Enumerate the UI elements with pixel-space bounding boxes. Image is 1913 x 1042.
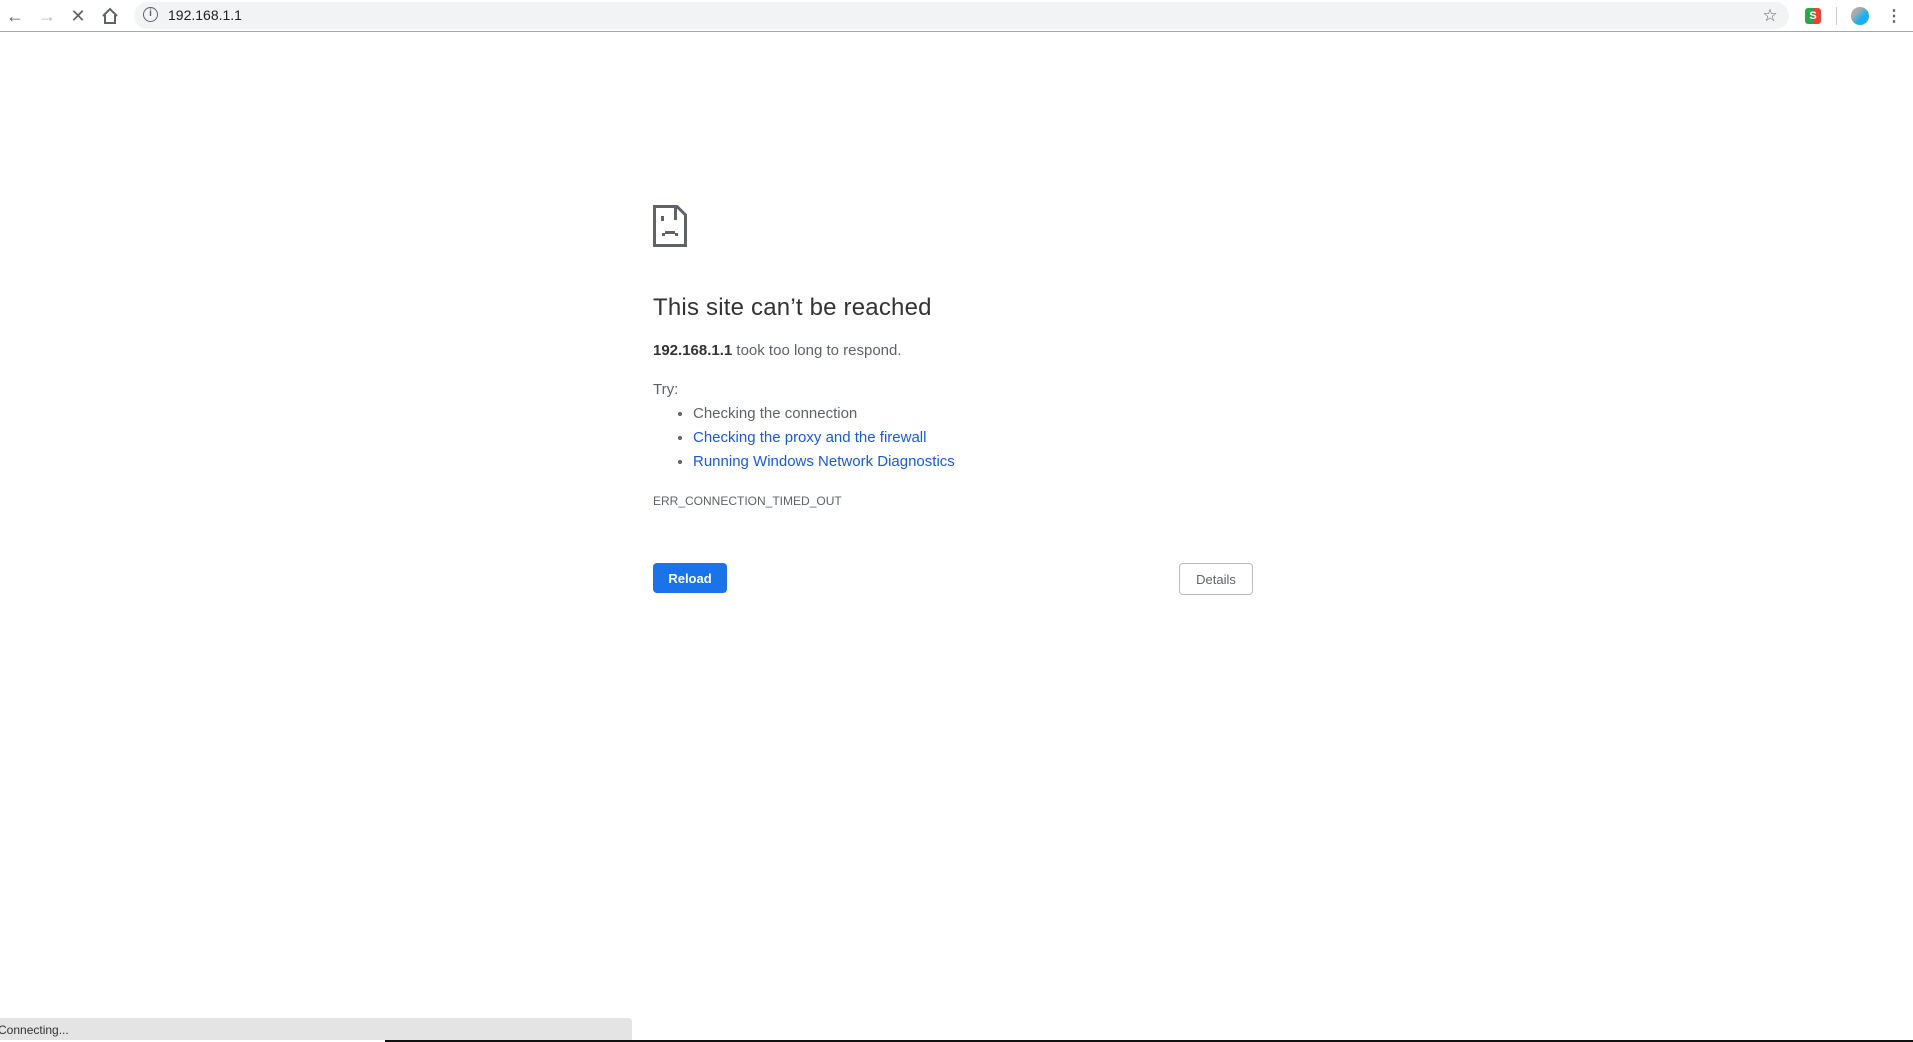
url-text[interactable]: 192.168.1.1: [168, 7, 242, 23]
browser-toolbar: ← → ✕ i 192.168.1.1 ☆ S ⋮: [0, 0, 1913, 32]
home-icon[interactable]: [98, 4, 122, 28]
forward-icon[interactable]: →: [35, 4, 59, 28]
suggestion-text: Checking the connection: [693, 405, 858, 422]
star-icon[interactable]: ☆: [1758, 4, 1782, 28]
network-diagnostics-link[interactable]: Running Windows Network Diagnostics: [693, 453, 955, 470]
stop-icon[interactable]: ✕: [66, 4, 90, 28]
suggestions-list: Checking the connection Checking the pro…: [693, 404, 955, 476]
suggestion-item: Running Windows Network Diagnostics: [693, 452, 955, 476]
reload-button[interactable]: Reload: [653, 563, 727, 593]
profile-avatar[interactable]: [1848, 4, 1872, 28]
address-bar[interactable]: [134, 2, 1789, 29]
error-message: took too long to respond.: [732, 342, 902, 359]
menu-icon[interactable]: ⋮: [1882, 4, 1906, 28]
error-code: ERR_CONNECTION_TIMED_OUT: [653, 494, 842, 508]
sad-page-icon: [653, 205, 687, 252]
suggestion-item: Checking the connection: [693, 404, 955, 428]
proxy-firewall-link[interactable]: Checking the proxy and the firewall: [693, 429, 926, 446]
try-label: Try:: [653, 381, 679, 398]
status-bubble: Connecting...: [0, 1018, 632, 1040]
extension-icon[interactable]: S: [1801, 4, 1825, 28]
info-icon[interactable]: i: [143, 7, 158, 22]
details-button[interactable]: Details: [1179, 563, 1253, 595]
back-icon[interactable]: ←: [3, 4, 27, 28]
suggestion-item: Checking the proxy and the firewall: [693, 428, 955, 452]
error-title: This site can’t be reached: [653, 294, 932, 321]
error-description: 192.168.1.1 took too long to respond.: [653, 342, 902, 359]
error-host: 192.168.1.1: [653, 342, 733, 359]
toolbar-divider: [1836, 7, 1837, 25]
